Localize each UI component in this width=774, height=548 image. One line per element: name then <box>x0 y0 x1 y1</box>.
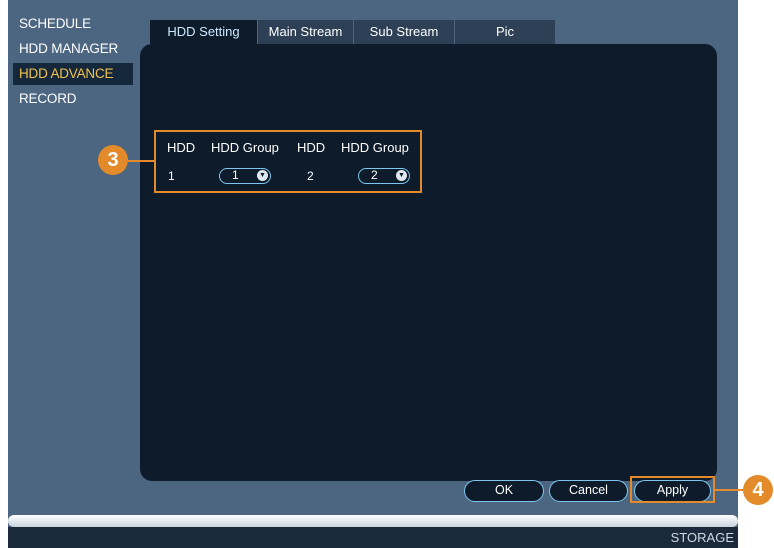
sidebar-item-schedule[interactable]: SCHEDULE <box>13 13 133 35</box>
tab-sub-stream[interactable]: Sub Stream <box>354 20 454 44</box>
apply-highlight <box>630 476 715 503</box>
hdd-number: 1 <box>168 169 175 183</box>
column-header-hdd-group: HDD Group <box>211 140 279 155</box>
column-header-hdd-group-2: HDD Group <box>341 140 409 155</box>
cancel-button[interactable]: Cancel <box>549 480 628 502</box>
tab-pic[interactable]: Pic <box>455 20 555 44</box>
chevron-down-icon: ▼ <box>257 170 268 181</box>
sidebar-item-record[interactable]: RECORD <box>13 88 133 110</box>
progress-bar <box>8 515 738 527</box>
hdd-group-value: 1 <box>232 168 239 182</box>
hdd-group-value: 2 <box>371 168 378 182</box>
content-panel <box>140 44 717 481</box>
column-header-hdd-2: HDD <box>297 140 326 155</box>
column-header-hdd: HDD <box>167 140 196 155</box>
hdd-group-select[interactable]: 1 ▼ <box>219 168 271 184</box>
sidebar-item-hdd-advance[interactable]: HDD ADVANCE <box>13 63 133 85</box>
ok-button[interactable]: OK <box>464 480 544 502</box>
hdd-group-select[interactable]: 2 ▼ <box>358 168 410 184</box>
tab-main-stream[interactable]: Main Stream <box>258 20 353 44</box>
callout-leader-line <box>128 160 155 162</box>
chevron-down-icon: ▼ <box>396 170 407 181</box>
hdd-number: 2 <box>307 169 314 183</box>
callout-badge-3: 3 <box>98 145 128 175</box>
sidebar-item-hdd-manager[interactable]: HDD MANAGER <box>13 38 133 60</box>
tab-hdd-setting[interactable]: HDD Setting <box>150 20 257 44</box>
status-bar: STORAGE <box>8 527 738 548</box>
status-label: STORAGE <box>670 530 734 545</box>
callout-badge-4: 4 <box>743 475 773 505</box>
